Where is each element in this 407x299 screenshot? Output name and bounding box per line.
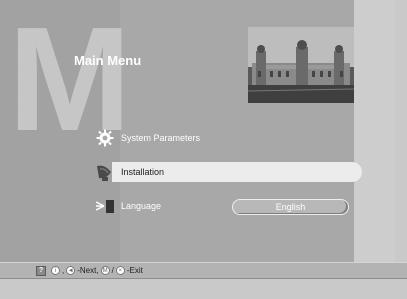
language-value-selector[interactable]: English: [232, 199, 349, 215]
page-title: Main Menu: [74, 53, 142, 68]
menu-item-label: Language: [121, 201, 162, 211]
menu-item-installation[interactable]: Installation: [94, 162, 362, 182]
tv-menu-screen: M Main Menu System Parameters Installati…: [0, 0, 407, 299]
gear-icon: [94, 128, 116, 148]
menu-item-label: Installation: [121, 167, 165, 177]
footer-next-label: -Next,: [77, 266, 99, 275]
bottom-band: [0, 280, 407, 299]
menu-button-icon: M: [100, 266, 110, 275]
help-icon: ?: [36, 265, 46, 276]
footer-comma: ,: [62, 266, 65, 275]
menu-item-system-parameters[interactable]: System Parameters: [94, 128, 200, 148]
building-photo: [248, 27, 354, 103]
footer-slash: /: [111, 266, 114, 275]
menu-item-language[interactable]: Language: [94, 196, 161, 216]
right-strip: [354, 0, 395, 262]
menu-item-label: System Parameters: [121, 133, 201, 143]
satellite-dish-icon: [94, 162, 116, 182]
header-photo: [248, 27, 354, 103]
footer-hint-bar: ? i , ◄ -Next, M / × -Exit: [0, 262, 407, 279]
language-icon: [94, 196, 116, 216]
info-button-icon: i: [51, 266, 60, 275]
arrow-button-icon: ◄: [66, 266, 76, 275]
exit-button-icon: ×: [115, 266, 125, 275]
footer-exit-label: -Exit: [126, 266, 143, 275]
